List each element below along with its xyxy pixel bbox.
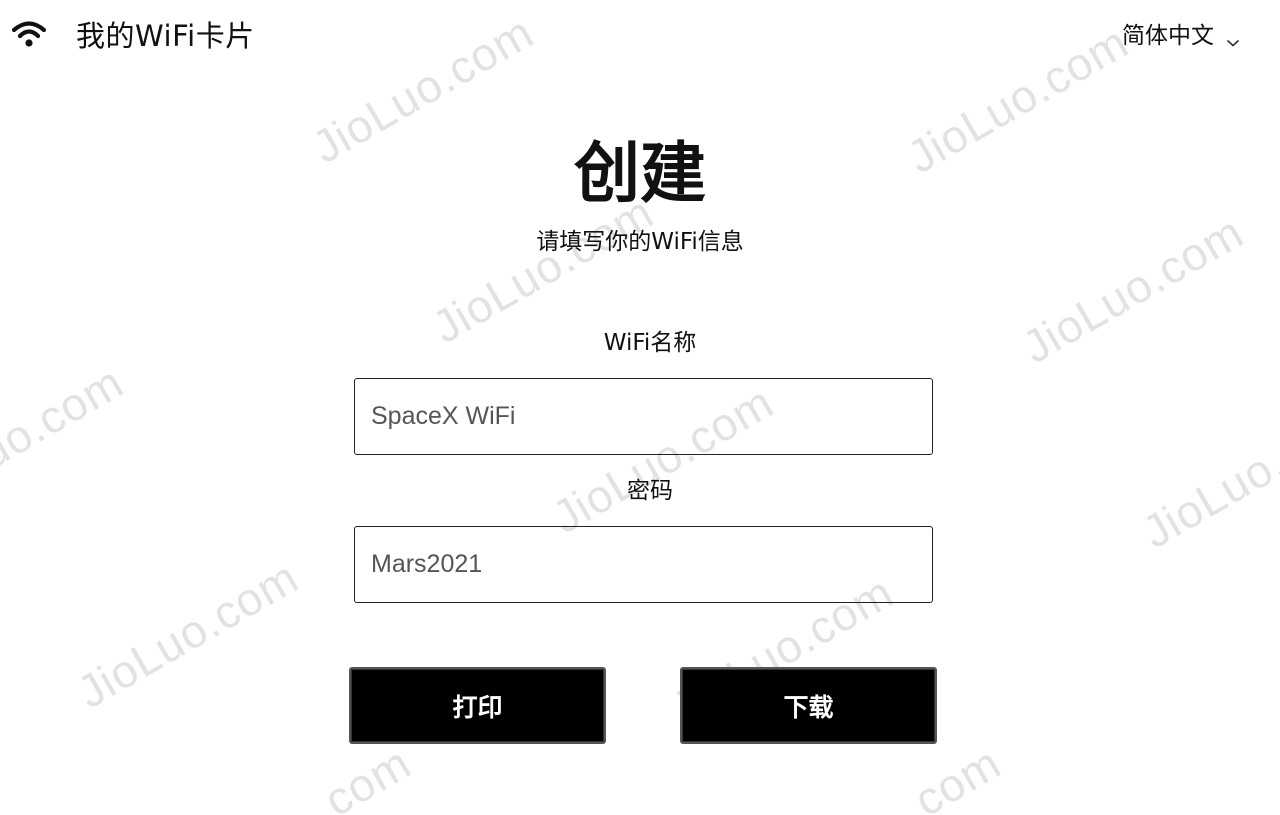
page-subtitle: 请填写你的WiFi信息: [536, 229, 744, 255]
watermark: .com: [303, 736, 420, 815]
brand-title: 我的WiFi卡片: [76, 19, 255, 53]
ssid-input[interactable]: [354, 378, 933, 455]
ssid-label: WiFi名称: [603, 330, 697, 356]
page-title: 创建: [574, 135, 706, 212]
brand-home-link[interactable]: 我的WiFi卡片: [11, 12, 255, 56]
language-label: 简体中文: [1122, 23, 1214, 49]
password-input[interactable]: [354, 526, 933, 603]
print-button[interactable]: 打印: [349, 667, 606, 744]
password-label: 密码: [627, 478, 673, 504]
download-button[interactable]: 下载: [680, 667, 937, 744]
watermark: .com: [893, 736, 1010, 815]
page: JioLuo.com JioLuo.com .com JioLuo.com Ji…: [0, 0, 1280, 815]
watermark: JioLuo.com: [68, 550, 307, 719]
language-selector[interactable]: 简体中文: [1122, 16, 1240, 50]
chevron-down-icon: [1226, 28, 1240, 47]
wifi-icon: [11, 19, 47, 49]
